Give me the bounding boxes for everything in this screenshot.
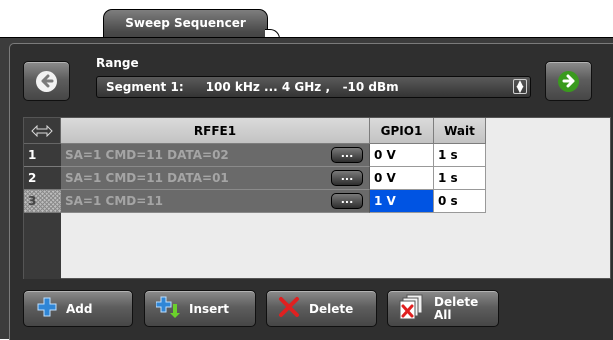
gpio-cell[interactable]: 0 V [370, 144, 434, 167]
edit-rffe-button[interactable]: ... [331, 170, 363, 186]
column-header-rffe[interactable]: RFFE1 [61, 118, 370, 144]
column-header-gpio[interactable]: GPIO1 [370, 118, 434, 144]
delete-button-label: Delete [309, 301, 354, 316]
rffe-cell[interactable]: SA=1 CMD=11 DATA=01 ... [61, 167, 370, 190]
arrow-left-icon [36, 70, 57, 92]
spinner-icon[interactable]: ▲ ▼ [513, 79, 527, 94]
range-segment-prefix: Segment 1: [106, 80, 184, 94]
column-header-wait[interactable]: Wait [434, 118, 486, 144]
edit-rffe-button[interactable]: ... [331, 147, 363, 163]
add-button[interactable]: Add [23, 290, 133, 327]
rffe-cell[interactable]: SA=1 CMD=11 DATA=02 ... [61, 144, 370, 167]
wait-cell[interactable]: 0 s [434, 190, 486, 213]
add-button-label: Add [66, 301, 93, 316]
delete-all-label-line2: All [434, 307, 452, 322]
tab-label: Sweep Sequencer [125, 16, 246, 30]
delete-button[interactable]: Delete [266, 290, 377, 327]
range-segment-value: 100 kHz ... 4 GHz , -10 dBm [205, 80, 399, 94]
delete-all-label-group: Delete All [434, 294, 479, 322]
row-number-selected[interactable]: 3 [24, 190, 61, 213]
rffe-cell-text: SA=1 CMD=11 DATA=01 [65, 171, 229, 185]
arrow-right-icon [558, 70, 579, 92]
range-label: Range [96, 56, 139, 70]
insert-icon [155, 296, 180, 321]
wait-cell[interactable]: 1 s [434, 167, 486, 190]
row-number[interactable]: 1 [24, 144, 61, 167]
rffe-cell-text: SA=1 CMD=11 DATA=02 [65, 148, 229, 162]
insert-button[interactable]: Insert [144, 290, 256, 327]
header-filler [486, 118, 610, 144]
delete-icon [278, 296, 300, 321]
gpio-cell-active[interactable]: 1 V [370, 190, 434, 213]
add-icon [37, 297, 57, 320]
sequence-table: RFFE1 GPIO1 Wait 1 SA=1 CMD=11 DATA=02 .… [23, 117, 611, 279]
resize-columns-icon[interactable] [24, 118, 61, 144]
rffe-cell[interactable]: SA=1 CMD=11 ... [61, 190, 370, 213]
rffe-cell-text: SA=1 CMD=11 [65, 194, 163, 208]
previous-segment-button[interactable] [23, 61, 70, 101]
delete-all-label-line1: Delete [434, 294, 479, 309]
range-select[interactable]: Segment 1: 100 kHz ... 4 GHz , -10 dBm ▲… [96, 76, 531, 98]
insert-button-label: Insert [189, 301, 229, 316]
wait-cell[interactable]: 1 s [434, 144, 486, 167]
delete-all-icon [399, 294, 425, 323]
gpio-cell[interactable]: 0 V [370, 167, 434, 190]
row-number[interactable]: 2 [24, 167, 61, 190]
next-segment-button[interactable] [545, 61, 592, 101]
edit-rffe-button[interactable]: ... [331, 193, 363, 209]
delete-all-button[interactable]: Delete All [387, 290, 499, 327]
